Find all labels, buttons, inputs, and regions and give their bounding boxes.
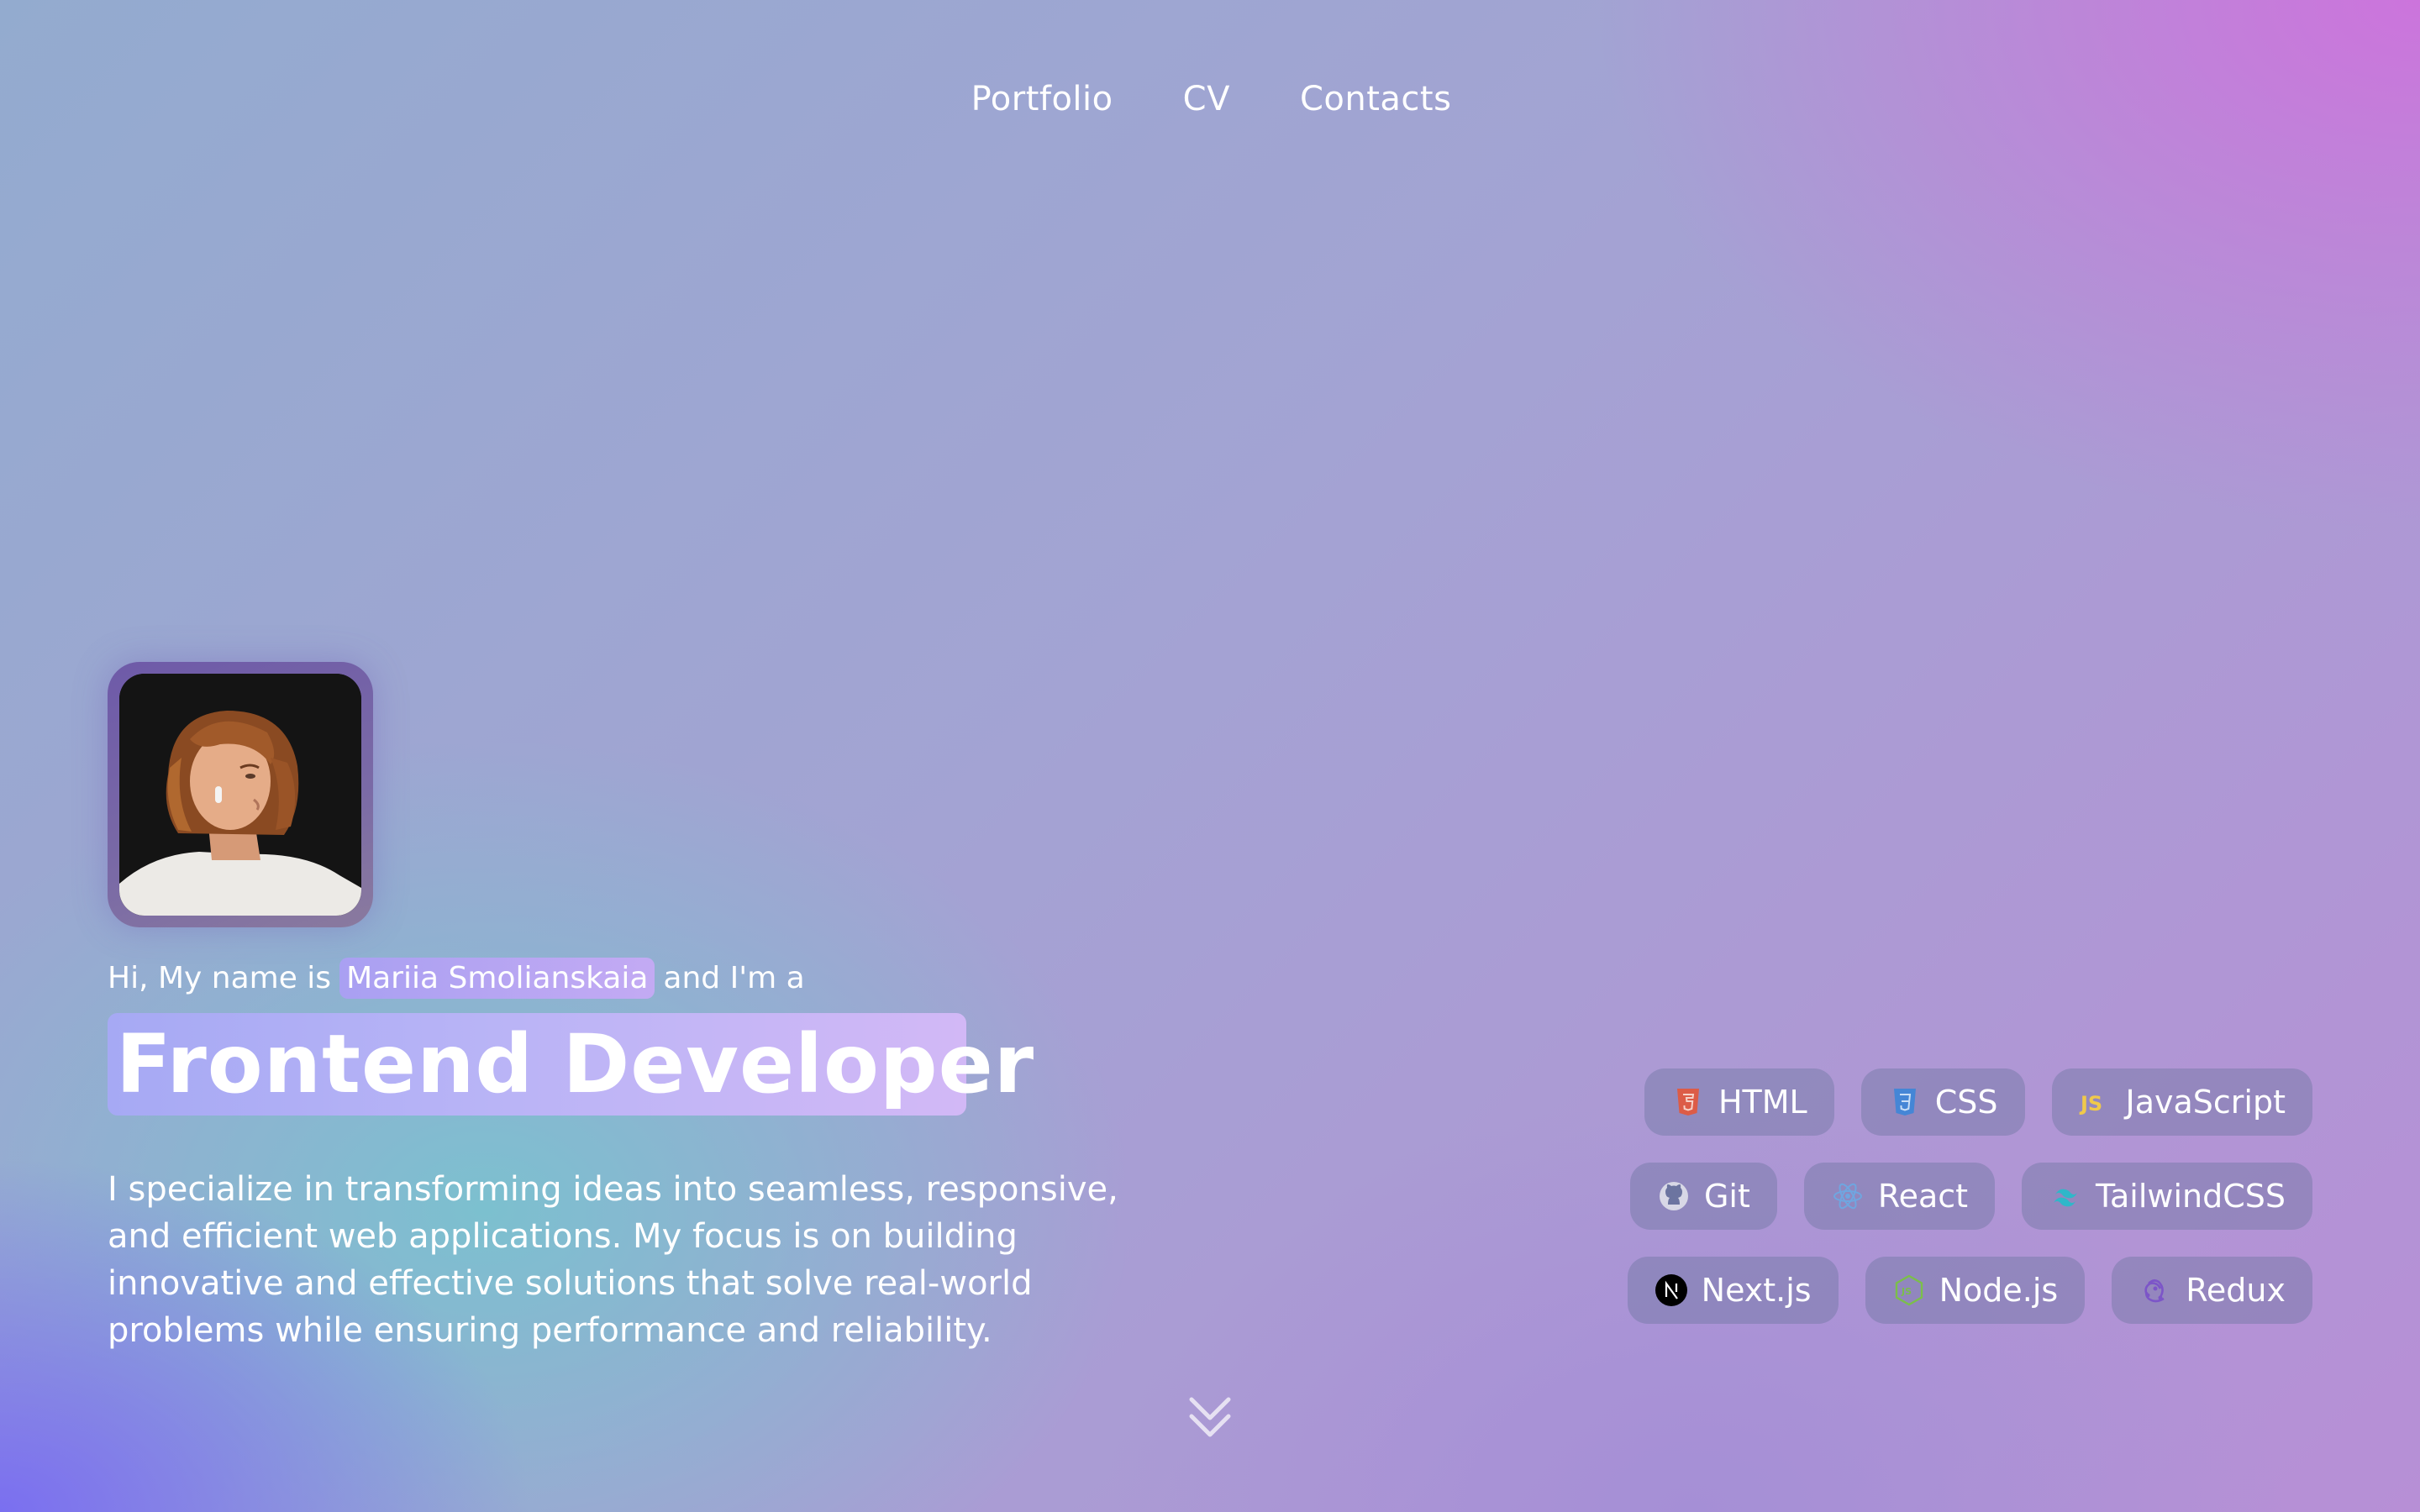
skills-row: Git React TailwindCSS bbox=[1629, 1163, 2312, 1230]
hero-description: I specialize in transforming ideas into … bbox=[108, 1170, 1118, 1350]
skills-row: Next.js JS Node.js Redux bbox=[1627, 1257, 2312, 1324]
skill-label: Node.js bbox=[1939, 1272, 2059, 1309]
chevron-double-down-icon bbox=[1189, 1397, 1231, 1437]
title-highlight: Frontend Developer bbox=[108, 1013, 1034, 1116]
skill-label: Git bbox=[1703, 1178, 1750, 1215]
skill-label: HTML bbox=[1718, 1084, 1807, 1121]
svg-text:JS: JS bbox=[1901, 1286, 1912, 1297]
main-nav: Portfolio CV Contacts bbox=[0, 80, 2420, 118]
javascript-icon: JS bbox=[2079, 1085, 2112, 1119]
skills-list: HTML CSS JS JavaScript Git React Tailwin… bbox=[1556, 1068, 2312, 1324]
nav-link-contacts[interactable]: Contacts bbox=[1297, 80, 1451, 118]
intro-line: Hi, My name is Mariia Smolianskaia and I… bbox=[108, 958, 805, 999]
skill-javascript[interactable]: JS JavaScript bbox=[2051, 1068, 2312, 1136]
react-icon bbox=[1831, 1179, 1865, 1213]
nextjs-icon bbox=[1655, 1273, 1688, 1307]
skill-label: CSS bbox=[1934, 1084, 1998, 1121]
skill-html[interactable]: HTML bbox=[1644, 1068, 1834, 1136]
skill-react[interactable]: React bbox=[1803, 1163, 1996, 1230]
nav-link-portfolio[interactable]: Portfolio bbox=[969, 80, 1113, 118]
page-title: Frontend Developer bbox=[116, 1017, 1035, 1111]
skill-tailwindcss[interactable]: TailwindCSS bbox=[2022, 1163, 2312, 1230]
skill-git[interactable]: Git bbox=[1629, 1163, 1777, 1230]
tailwind-icon bbox=[2049, 1179, 2082, 1213]
avatar-frame bbox=[108, 662, 373, 927]
profile-photo bbox=[119, 674, 361, 916]
skill-label: Redux bbox=[2186, 1272, 2286, 1309]
name-highlight: Mariia Smolianskaia bbox=[339, 958, 655, 999]
skill-nodejs[interactable]: JS Node.js bbox=[1865, 1257, 2086, 1324]
skill-label: Next.js bbox=[1701, 1272, 1812, 1309]
skill-css[interactable]: CSS bbox=[1860, 1068, 2025, 1136]
redux-icon bbox=[2139, 1273, 2172, 1307]
nodejs-icon: JS bbox=[1892, 1273, 1926, 1307]
nav-link-cv[interactable]: CV bbox=[1181, 80, 1230, 118]
html5-icon bbox=[1671, 1085, 1705, 1119]
svg-text:JS: JS bbox=[2079, 1092, 2102, 1116]
skills-row: HTML CSS JS JavaScript bbox=[1644, 1068, 2312, 1136]
intro-suffix: and I'm a bbox=[663, 961, 805, 995]
avatar bbox=[119, 674, 361, 916]
scroll-down-button[interactable] bbox=[1185, 1394, 1235, 1441]
github-icon bbox=[1657, 1179, 1691, 1213]
skill-nextjs[interactable]: Next.js bbox=[1627, 1257, 1839, 1324]
css3-icon bbox=[1888, 1085, 1922, 1119]
intro-prefix: Hi, My name is bbox=[108, 961, 332, 995]
skill-label: React bbox=[1877, 1178, 1969, 1215]
skill-redux[interactable]: Redux bbox=[2112, 1257, 2312, 1324]
skill-label: TailwindCSS bbox=[2096, 1178, 2286, 1215]
skill-label: JavaScript bbox=[2125, 1084, 2286, 1121]
